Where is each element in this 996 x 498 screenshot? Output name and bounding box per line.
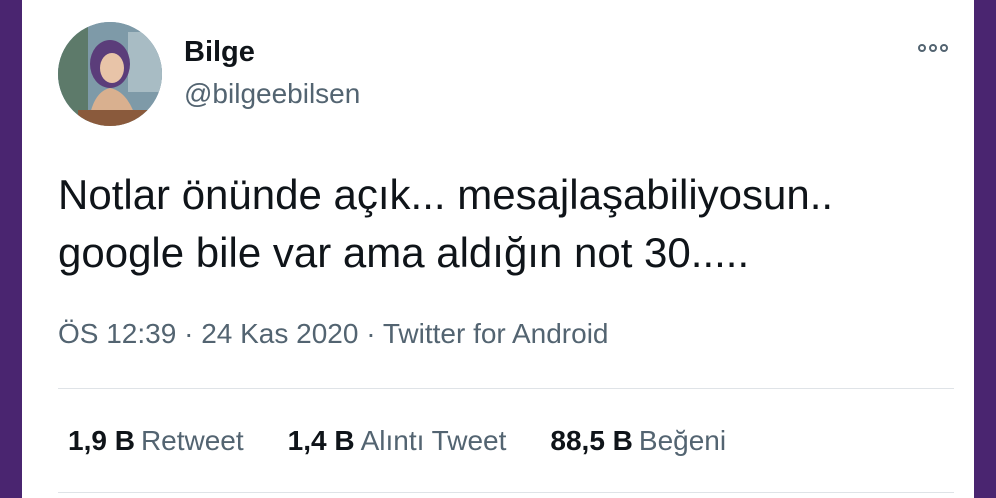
divider: [58, 388, 954, 389]
stat-count: 1,9 B: [68, 425, 135, 456]
separator: ·: [366, 318, 376, 349]
divider: [58, 492, 954, 493]
tweet-card: Bilge @bilgeebilsen Notlar önünde açık..…: [22, 0, 974, 498]
tweet-text-line: Notlar önünde açık... mesajlaşabiliyosun…: [58, 171, 834, 218]
stat-count: 88,5 B: [550, 425, 633, 456]
author-name[interactable]: Bilge: [184, 36, 255, 69]
stat-quote-tweets[interactable]: 1,4 B Alıntı Tweet: [288, 425, 507, 457]
stat-count: 1,4 B: [287, 425, 355, 456]
stat-likes[interactable]: 88,5 B Beğeni: [550, 425, 726, 457]
tweet-stats: 1,9 B Retweet 1,4 B Alıntı Tweet 88,5 B Beğ…: [68, 425, 726, 457]
separator: ·: [184, 318, 194, 349]
stat-retweets[interactable]: 1,9 B Retweet: [68, 425, 244, 457]
tweet-time[interactable]: ÖS 12:39: [58, 318, 176, 349]
more-options-icon[interactable]: [918, 40, 952, 56]
tweet-source[interactable]: Twitter for Android: [383, 318, 609, 349]
tweet-text: Notlar önünde açık... mesajlaşabiliyosun…: [58, 166, 958, 282]
stat-label: Beğeni: [638, 425, 727, 456]
stat-label: Retweet: [140, 425, 244, 456]
avatar-image: [58, 22, 162, 126]
tweet-date[interactable]: 24 Kas 2020: [201, 318, 358, 349]
author-handle[interactable]: @bilgeebilsen: [184, 78, 360, 110]
tweet-meta: ÖS 12:39 · 24 Kas 2020 · Twitter for And…: [58, 318, 609, 350]
stat-label: Alıntı Tweet: [360, 425, 507, 456]
avatar[interactable]: [58, 22, 162, 126]
tweet-text-line: google bile var ama aldığın not 30.....: [58, 229, 750, 276]
